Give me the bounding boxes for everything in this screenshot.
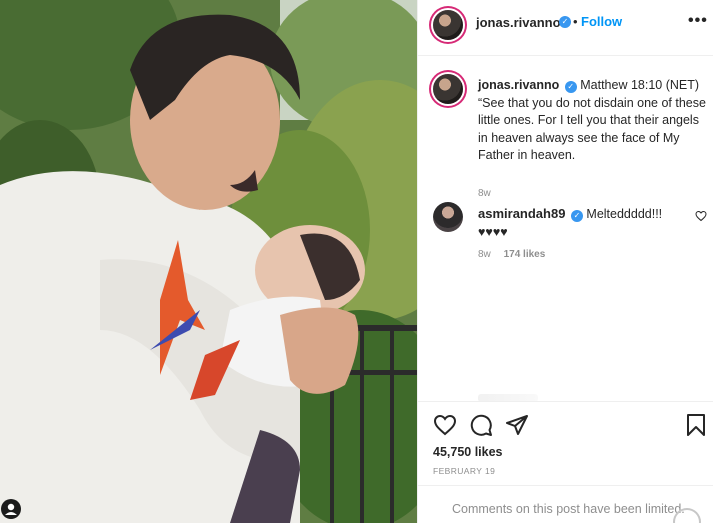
photo-illustration: [0, 0, 417, 523]
heart-icon[interactable]: [433, 413, 457, 442]
commenter-username[interactable]: asmirandah89: [478, 206, 565, 221]
comment-like-heart-icon[interactable]: [695, 209, 707, 227]
comment-meta: 8w 174 likes: [478, 249, 555, 260]
post-actions: 45,750 likes FEBRUARY 19: [418, 401, 713, 485]
comments-limited-notice: Comments on this post have been limited.: [452, 502, 685, 516]
comments-list[interactable]: jonas.rivanno ✓ Matthew 18:10 (NET) “See…: [418, 56, 713, 401]
comment-footer: Comments on this post have been limited.: [418, 485, 713, 523]
comment-text-block: asmirandah89 ✓ Melteddddd!!! ♥♥♥♥: [478, 205, 678, 241]
caption-time[interactable]: 8w: [478, 188, 491, 199]
verified-badge-icon: ✓: [559, 16, 571, 28]
separator: •: [573, 14, 578, 29]
comment-likes[interactable]: 174 likes: [504, 249, 546, 260]
bookmark-icon[interactable]: [685, 413, 707, 442]
tagged-user-icon[interactable]: [1, 499, 21, 519]
verified-badge-icon: ✓: [570, 210, 583, 222]
caption-text-block: jonas.rivanno ✓ Matthew 18:10 (NET) “See…: [478, 77, 706, 165]
commenter-avatar[interactable]: [433, 202, 463, 232]
paper-plane-icon[interactable]: [505, 413, 529, 442]
post-date[interactable]: FEBRUARY 19: [433, 466, 495, 476]
author-avatar[interactable]: [433, 10, 463, 40]
post-likes-count[interactable]: 45,750 likes: [433, 445, 503, 459]
caption-username[interactable]: jonas.rivanno: [478, 78, 559, 92]
post-header: jonas.rivanno ✓ • Follow •••: [418, 0, 713, 56]
comment-icon[interactable]: [469, 413, 493, 442]
post-photo[interactable]: [0, 0, 417, 523]
faded-comment-preview: [478, 394, 538, 401]
author-username[interactable]: jonas.rivanno: [476, 15, 561, 30]
verified-badge-icon: ✓: [564, 81, 577, 93]
more-options-icon[interactable]: •••: [688, 12, 708, 30]
follow-button[interactable]: Follow: [581, 14, 622, 29]
comment-time[interactable]: 8w: [478, 249, 491, 260]
caption-avatar[interactable]: [433, 74, 463, 104]
loading-spinner-icon: [673, 508, 701, 523]
post-side-panel: jonas.rivanno ✓ • Follow ••• jonas.rivan…: [417, 0, 713, 523]
